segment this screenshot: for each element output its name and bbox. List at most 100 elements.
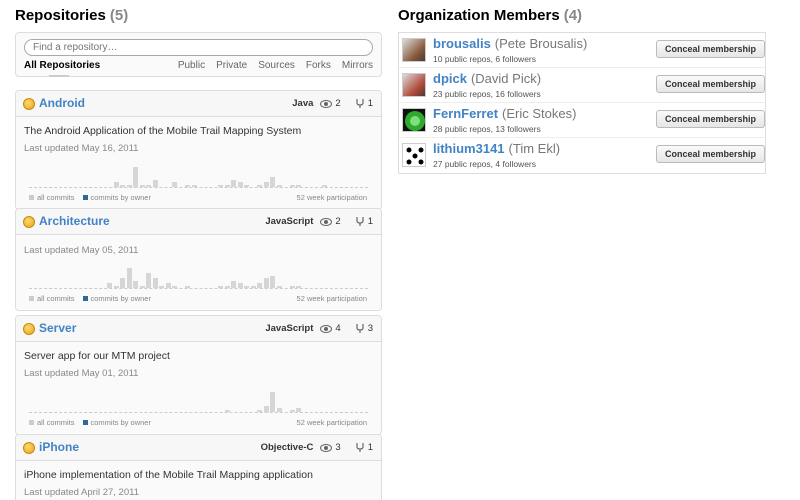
participation-bar xyxy=(263,406,269,412)
repo-language: JavaScript xyxy=(265,323,314,334)
participation-bar xyxy=(231,179,237,187)
watchers-icon[interactable] xyxy=(320,443,333,452)
tab-sources[interactable]: Sources xyxy=(258,60,295,76)
member-login-link[interactable]: FernFerret xyxy=(433,106,498,121)
participation-bar xyxy=(191,184,197,187)
watchers-count[interactable]: 2 xyxy=(335,98,340,109)
participation-bar xyxy=(126,268,132,288)
member-login-link[interactable]: dpick xyxy=(433,71,467,86)
watchers-icon[interactable] xyxy=(320,217,333,226)
repo-meta: JavaScript 4 3 xyxy=(265,323,373,334)
member-name: lithium3141 (Tim Ekl) xyxy=(433,141,560,156)
owner-commits-swatch xyxy=(82,296,88,301)
participation-bar xyxy=(172,285,178,288)
participation-bar xyxy=(218,184,224,187)
watchers-icon[interactable] xyxy=(320,99,333,108)
member-avatar[interactable] xyxy=(402,108,426,132)
repo-icon xyxy=(23,442,35,454)
member-avatar[interactable] xyxy=(402,38,426,62)
owner-commits-swatch xyxy=(82,195,88,200)
repo-name-link[interactable]: Server xyxy=(39,321,76,335)
participation-bar xyxy=(263,278,269,288)
repo-header: iPhone Objective-C 3 1 xyxy=(16,435,381,461)
members-count: (4) xyxy=(563,7,583,24)
participation-bar xyxy=(257,184,263,187)
fork-icon[interactable] xyxy=(355,323,365,334)
conceal-membership-button[interactable]: Conceal membership xyxy=(656,75,765,93)
conceal-membership-button[interactable]: Conceal membership xyxy=(656,40,765,58)
participation-bar xyxy=(107,283,113,288)
participation-bar xyxy=(270,275,276,288)
repo-last-updated: Last updated May 05, 2011 xyxy=(24,245,139,256)
all-commits-swatch xyxy=(29,195,34,200)
forks-count[interactable]: 1 xyxy=(368,98,373,109)
fork-icon[interactable] xyxy=(355,442,365,453)
member-avatar[interactable] xyxy=(402,73,426,97)
repo-card-server: Server JavaScript 4 3 Server app for our… xyxy=(15,315,382,435)
legend-commits-by-owner: commits by owner xyxy=(90,294,151,303)
participation-bar xyxy=(257,283,263,288)
fork-icon[interactable] xyxy=(355,98,365,109)
tab-all-repositories[interactable]: All Repositories xyxy=(24,60,100,77)
forks-count[interactable]: 1 xyxy=(368,442,373,453)
conceal-membership-button[interactable]: Conceal membership xyxy=(656,110,765,128)
repositories-heading: Repositories (5) xyxy=(15,0,382,32)
legend-commits-by-owner: commits by owner xyxy=(90,418,151,427)
participation-sparkline xyxy=(29,267,368,289)
conceal-membership-button[interactable]: Conceal membership xyxy=(656,145,765,163)
member-login-link[interactable]: lithium3141 xyxy=(433,141,505,156)
participation-sparkline xyxy=(29,391,368,413)
member-avatar[interactable] xyxy=(402,143,426,167)
repo-icon xyxy=(23,323,35,335)
participation-bar xyxy=(133,167,139,187)
participation-bar xyxy=(152,278,158,288)
watchers-count[interactable]: 4 xyxy=(335,323,340,334)
member-stats: 23 public repos, 16 followers xyxy=(433,89,541,99)
member-stats: 10 public repos, 6 followers xyxy=(433,54,537,64)
watchers-icon[interactable] xyxy=(320,324,333,333)
forks-count[interactable]: 3 xyxy=(368,323,373,334)
participation-bar xyxy=(296,285,302,288)
participation-bar xyxy=(165,283,171,288)
legend-all-commits: all commits xyxy=(37,193,75,202)
tab-forks[interactable]: Forks xyxy=(306,60,331,76)
legend-commits-by-owner: commits by owner xyxy=(90,193,151,202)
member-name: dpick (David Pick) xyxy=(433,71,541,86)
participation-sparkline xyxy=(29,166,368,188)
members-list: brousalis (Pete Brousalis) 10 public repo… xyxy=(398,32,766,174)
repo-meta: JavaScript 2 1 xyxy=(265,216,373,227)
repository-filter: All Repositories Public Private Sources … xyxy=(15,32,382,77)
all-commits-swatch xyxy=(29,420,34,425)
participation-bar xyxy=(237,182,243,187)
owner-commits-swatch xyxy=(82,420,88,425)
repo-language: JavaScript xyxy=(265,216,314,227)
fork-icon[interactable] xyxy=(355,216,365,227)
repo-body: Last updated May 05, 2011 all commits co… xyxy=(16,235,381,309)
repo-name-link[interactable]: Architecture xyxy=(39,214,110,228)
participation-bar xyxy=(139,285,145,288)
repo-name-link[interactable]: Android xyxy=(39,96,85,110)
repo-name-link[interactable]: iPhone xyxy=(39,440,79,454)
tab-public[interactable]: Public xyxy=(178,60,205,76)
watchers-count[interactable]: 2 xyxy=(335,216,340,227)
repo-last-updated: Last updated May 01, 2011 xyxy=(24,368,139,379)
repo-header: Server JavaScript 4 3 xyxy=(16,316,381,342)
watchers-count[interactable]: 3 xyxy=(335,442,340,453)
legend-all-commits: all commits xyxy=(37,418,75,427)
forks-count[interactable]: 1 xyxy=(368,216,373,227)
tab-private[interactable]: Private xyxy=(216,60,247,76)
find-repository-input[interactable] xyxy=(24,39,373,56)
participation-bar xyxy=(289,285,295,288)
participation-bar xyxy=(113,182,119,187)
participation-label: 52 week participation xyxy=(296,193,367,202)
repo-language: Objective-C xyxy=(260,442,314,453)
member-login-link[interactable]: brousalis xyxy=(433,36,491,51)
repo-header: Architecture JavaScript 2 1 xyxy=(16,209,381,235)
participation-bar xyxy=(296,408,302,412)
participation-bar xyxy=(133,280,139,288)
member-row: lithium3141 (Tim Ekl) 27 public repos, 4 … xyxy=(399,138,765,173)
tab-mirrors[interactable]: Mirrors xyxy=(342,60,373,76)
member-row: FernFerret (Eric Stokes) 28 public repos,… xyxy=(399,103,765,138)
repo-body: The Android Application of the Mobile Tr… xyxy=(16,117,381,208)
participation-bar xyxy=(146,273,152,288)
